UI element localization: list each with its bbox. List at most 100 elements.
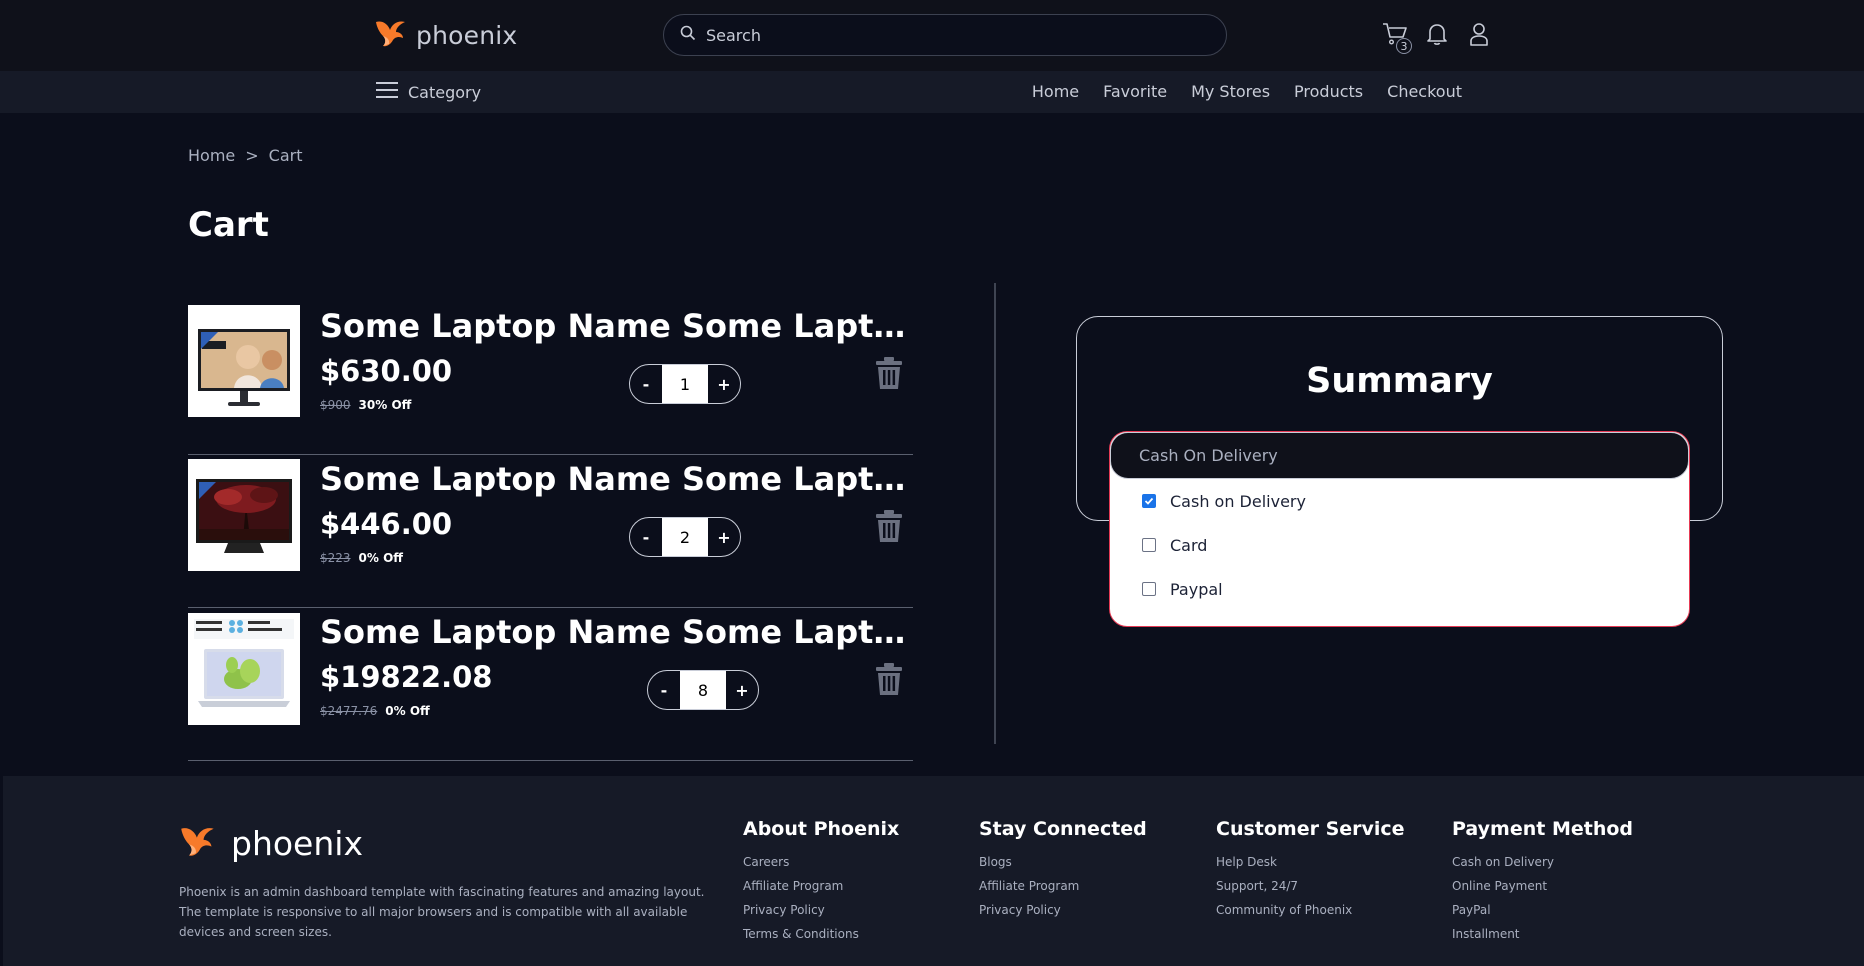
footer-link[interactable]: Blogs <box>979 850 1147 874</box>
cart-button[interactable]: 3 <box>1382 22 1412 54</box>
decrement-button[interactable]: - <box>648 671 680 709</box>
payment-option-cash-on-delivery[interactable]: Cash on Delivery <box>1110 479 1689 523</box>
hamburger-icon <box>376 81 398 103</box>
trash-icon <box>872 663 906 700</box>
payment-method-select[interactable]: Cash On Delivery <box>1110 432 1689 479</box>
footer-link[interactable]: Privacy Policy <box>979 898 1147 922</box>
footer-link[interactable]: Affiliate Program <box>979 874 1147 898</box>
increment-button[interactable]: + <box>726 671 758 709</box>
nav-link-favorite[interactable]: Favorite <box>1103 82 1167 101</box>
footer-brand-name: phoenix <box>231 823 363 863</box>
footer-description: Phoenix is an admin dashboard template w… <box>179 885 705 939</box>
quantity-value[interactable]: 8 <box>680 671 726 709</box>
footer-column-about: About Phoenix Careers Affiliate Program … <box>743 818 899 946</box>
header-actions: 3 <box>1382 22 1492 54</box>
trash-icon <box>872 357 906 394</box>
phoenix-logo-icon <box>179 822 217 864</box>
footer-link[interactable]: Installment <box>1452 922 1633 946</box>
original-price: $223 <box>320 551 351 565</box>
nav-link-checkout[interactable]: Checkout <box>1387 82 1462 101</box>
footer-link[interactable]: Careers <box>743 850 899 874</box>
user-icon <box>1469 22 1489 50</box>
notifications-button[interactable] <box>1424 22 1450 50</box>
decrement-button[interactable]: - <box>630 365 662 403</box>
footer-column-customer-service: Customer Service Help Desk Support, 24/7… <box>1216 818 1405 922</box>
footer-link[interactable]: Help Desk <box>1216 850 1405 874</box>
breadcrumb: Home > Cart <box>188 146 302 165</box>
remove-item-button[interactable] <box>872 356 906 394</box>
remove-item-button[interactable] <box>872 662 906 700</box>
price-meta: $2477.76 0% Off <box>320 704 430 718</box>
page-title: Cart <box>188 205 269 245</box>
quantity-stepper: - 2 + <box>629 517 741 557</box>
quantity-stepper: - 1 + <box>629 364 741 404</box>
nav-link-my-stores[interactable]: My Stores <box>1191 82 1270 101</box>
top-bar: phoenix 3 <box>0 0 1864 71</box>
footer-column-title: Payment Method <box>1452 818 1634 840</box>
account-button[interactable] <box>1466 22 1492 50</box>
cart-item: Some Laptop Name Some Laptop Name Some L… <box>188 455 913 608</box>
product-image[interactable] <box>188 613 300 725</box>
footer-column-stay-connected: Stay Connected Blogs Affiliate Program P… <box>979 818 1147 922</box>
footer: phoenix Phoenix is an admin dashboard te… <box>3 776 1864 966</box>
checkbox[interactable] <box>1142 494 1156 508</box>
increment-button[interactable]: + <box>708 518 740 556</box>
footer-brand[interactable]: phoenix <box>179 822 363 864</box>
nav-link-home[interactable]: Home <box>1032 82 1079 101</box>
product-image[interactable] <box>188 459 300 571</box>
column-divider <box>994 283 996 744</box>
payment-method-dropdown: Cash On Delivery Cash on Delivery Card P… <box>1109 431 1690 627</box>
nav-link-products[interactable]: Products <box>1294 82 1363 101</box>
payment-options: Cash on Delivery Card Paypal <box>1110 479 1689 611</box>
price-meta: $223 0% Off <box>320 551 403 565</box>
cart-count-badge: 3 <box>1396 38 1412 54</box>
brand-name: phoenix <box>416 20 518 50</box>
nav-bar: Category Home Favorite My Stores Product… <box>0 71 1864 113</box>
product-price: $19822.08 <box>320 660 493 694</box>
category-menu-button[interactable]: Category <box>376 81 481 103</box>
quantity-value[interactable]: 2 <box>662 518 708 556</box>
footer-link[interactable]: Community of Phoenix <box>1216 898 1405 922</box>
checkbox[interactable] <box>1142 538 1156 552</box>
quantity-stepper: - 8 + <box>647 670 759 710</box>
original-price: $900 <box>320 398 351 412</box>
breadcrumb-separator: > <box>245 146 259 165</box>
remove-item-button[interactable] <box>872 509 906 547</box>
brand-logo[interactable]: phoenix <box>374 16 517 54</box>
summary-title: Summary <box>1306 361 1493 401</box>
footer-link[interactable]: Cash on Delivery <box>1452 850 1633 874</box>
footer-link[interactable]: Support, 24/7 <box>1216 874 1405 898</box>
increment-button[interactable]: + <box>708 365 740 403</box>
payment-option-card[interactable]: Card <box>1110 523 1689 567</box>
main-nav: Home Favorite My Stores Products Checkou… <box>1032 82 1462 101</box>
footer-link[interactable]: Privacy Policy <box>743 898 899 922</box>
price-meta: $900 30% Off <box>320 398 411 412</box>
breadcrumb-home[interactable]: Home <box>188 146 235 165</box>
footer-column-title: Customer Service <box>1216 818 1405 840</box>
bell-icon <box>1426 22 1448 50</box>
search-icon <box>680 25 696 45</box>
option-label: Cash on Delivery <box>1170 491 1306 511</box>
decrement-button[interactable]: - <box>630 518 662 556</box>
footer-column-title: Stay Connected <box>979 818 1147 840</box>
footer-column-title: About Phoenix <box>743 818 900 840</box>
product-name[interactable]: Some Laptop Name Some Laptop Name Some L… <box>320 460 913 498</box>
search-input[interactable] <box>706 25 1186 45</box>
product-name[interactable]: Some Laptop Name Some Laptop Name Some L… <box>320 307 913 345</box>
search-bar[interactable] <box>663 14 1227 56</box>
category-label: Category <box>408 82 482 102</box>
option-label: Paypal <box>1170 579 1223 599</box>
footer-link[interactable]: PayPal <box>1452 898 1633 922</box>
cart-item: Some Laptop Name Some Laptop Name Some L… <box>188 608 913 761</box>
footer-link[interactable]: Terms & Conditions <box>743 922 899 946</box>
product-name[interactable]: Some Laptop Name Some Laptop Name Some L… <box>320 613 913 651</box>
footer-link[interactable]: Affiliate Program <box>743 874 899 898</box>
discount-label: 0% Off <box>358 551 404 565</box>
payment-option-paypal[interactable]: Paypal <box>1110 567 1689 611</box>
phoenix-logo-icon <box>374 16 408 54</box>
quantity-value[interactable]: 1 <box>662 365 708 403</box>
footer-link[interactable]: Online Payment <box>1452 874 1633 898</box>
product-image[interactable] <box>188 305 300 417</box>
checkbox[interactable] <box>1142 582 1156 596</box>
product-price: $446.00 <box>320 507 453 541</box>
